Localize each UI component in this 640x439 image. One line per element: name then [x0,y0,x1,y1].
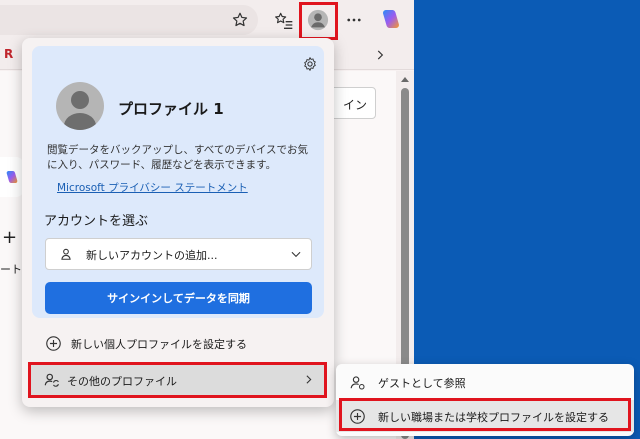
new-personal-profile-label: 新しい個人プロファイルを設定する [71,338,247,351]
signin-sync-button[interactable]: サインインしてデータを同期 [45,282,312,314]
chevron-down-icon [286,244,306,264]
chevron-right-icon[interactable] [368,43,392,67]
favorite-star-icon[interactable] [228,8,252,32]
add-icon-partial[interactable]: + [2,227,17,248]
browse-as-guest-label: ゲストとして参照 [378,377,466,390]
privacy-statement-link[interactable]: Microsoft プライバシー ステートメント [57,180,248,195]
gear-icon[interactable] [300,54,320,74]
bookmark-item-partial[interactable]: R [4,47,13,61]
choose-account-label: アカウントを選ぶ [44,214,149,229]
page-signin-button-partial[interactable]: イン [328,87,376,119]
highlight-other-profiles [28,362,327,398]
favorites-list-icon[interactable] [272,8,296,32]
new-personal-profile-item[interactable]: 新しい個人プロファイルを設定する [22,327,334,359]
profile-flyout: プロファイル 1 閲覧データをバックアップし、すべてのデバイスでお気に入り、パス… [22,38,334,407]
person-icon [56,244,76,264]
scroll-up-icon[interactable] [397,72,413,86]
profile-name: プロファイル 1 [118,100,224,118]
browser-toolbar [0,0,414,40]
highlight-profile-button [299,2,338,40]
sync-description: 閲覧データをバックアップし、すべてのデバイスでお気に入り、パスワード、履歴などを… [47,144,309,171]
page-text-partial: ート [0,263,22,276]
browse-as-guest-item[interactable]: ゲストとして参照 [336,366,634,398]
add-circle-icon [42,332,64,354]
more-options-icon[interactable] [342,8,366,32]
guest-icon [346,371,368,393]
highlight-new-work-profile [339,398,631,431]
copilot-side-icon[interactable] [0,157,24,197]
profile-card: プロファイル 1 閲覧データをバックアップし、すべてのデバイスでお気に入り、パス… [32,46,324,318]
address-bar[interactable] [0,5,258,35]
copilot-icon[interactable] [379,7,403,31]
account-select[interactable]: 新しいアカウントの追加... [45,238,312,270]
account-select-value: 新しいアカウントの追加... [86,249,218,262]
profile-avatar [56,82,104,130]
